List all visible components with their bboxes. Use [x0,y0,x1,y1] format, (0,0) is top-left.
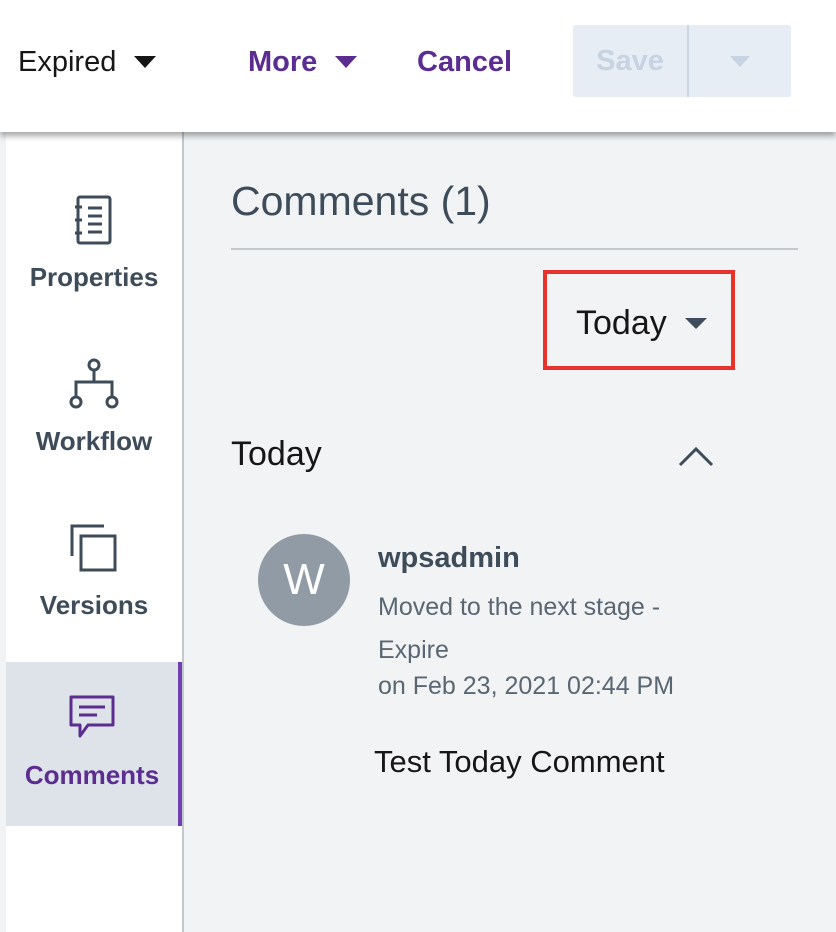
sidebar-item-properties[interactable]: Properties [6,132,182,296]
page-title: Comments (1) [231,178,491,224]
sidebar-item-label: Workflow [35,426,153,456]
sidebar-item-label: Properties [29,262,159,292]
comment-timestamp: on Feb 23, 2021 02:44 PM [378,672,675,700]
comments-panel: Comments (1) Today Today W wpsadmin Move… [184,132,836,932]
chevron-down-icon [134,56,157,68]
comment-text: Test Today Comment [374,744,665,779]
date-filter-dropdown[interactable]: Today [576,304,707,343]
top-toolbar: Expired More Cancel Save [0,0,836,132]
date-filter-label: Today [576,304,667,342]
sidebar-item-label: Versions [39,590,149,620]
more-label: More [248,45,318,78]
comment-activity: Moved to the next stage - Expire [378,593,661,664]
save-button-group: Save [573,25,791,97]
section-title: Today [231,435,322,473]
sidebar: Properties Workflow Versions Comments [0,132,184,932]
comment-author: wpsadmin [378,542,520,574]
chevron-down-icon [684,318,707,329]
avatar: W [258,534,350,626]
sidebar-item-workflow[interactable]: Workflow [6,296,182,460]
sidebar-item-versions[interactable]: Versions [6,460,182,624]
more-dropdown[interactable]: More [248,42,358,82]
comments-icon [66,690,118,746]
status-dropdown[interactable]: Expired [18,42,157,82]
divider [231,248,798,250]
sidebar-item-label: Comments [24,760,160,790]
chevron-down-icon [335,56,358,68]
chevron-down-icon [730,55,750,67]
cancel-button[interactable]: Cancel [417,42,512,82]
sidebar-item-comments[interactable]: Comments [6,662,182,826]
chevron-up-icon [678,446,714,467]
save-button[interactable]: Save [573,25,689,97]
highlight-box: Today [543,270,735,370]
workflow-icon [68,356,120,412]
properties-icon [73,192,115,248]
versions-icon [68,520,120,576]
status-label: Expired [18,45,117,78]
save-options-button[interactable] [689,25,791,97]
collapse-button[interactable] [676,437,716,477]
